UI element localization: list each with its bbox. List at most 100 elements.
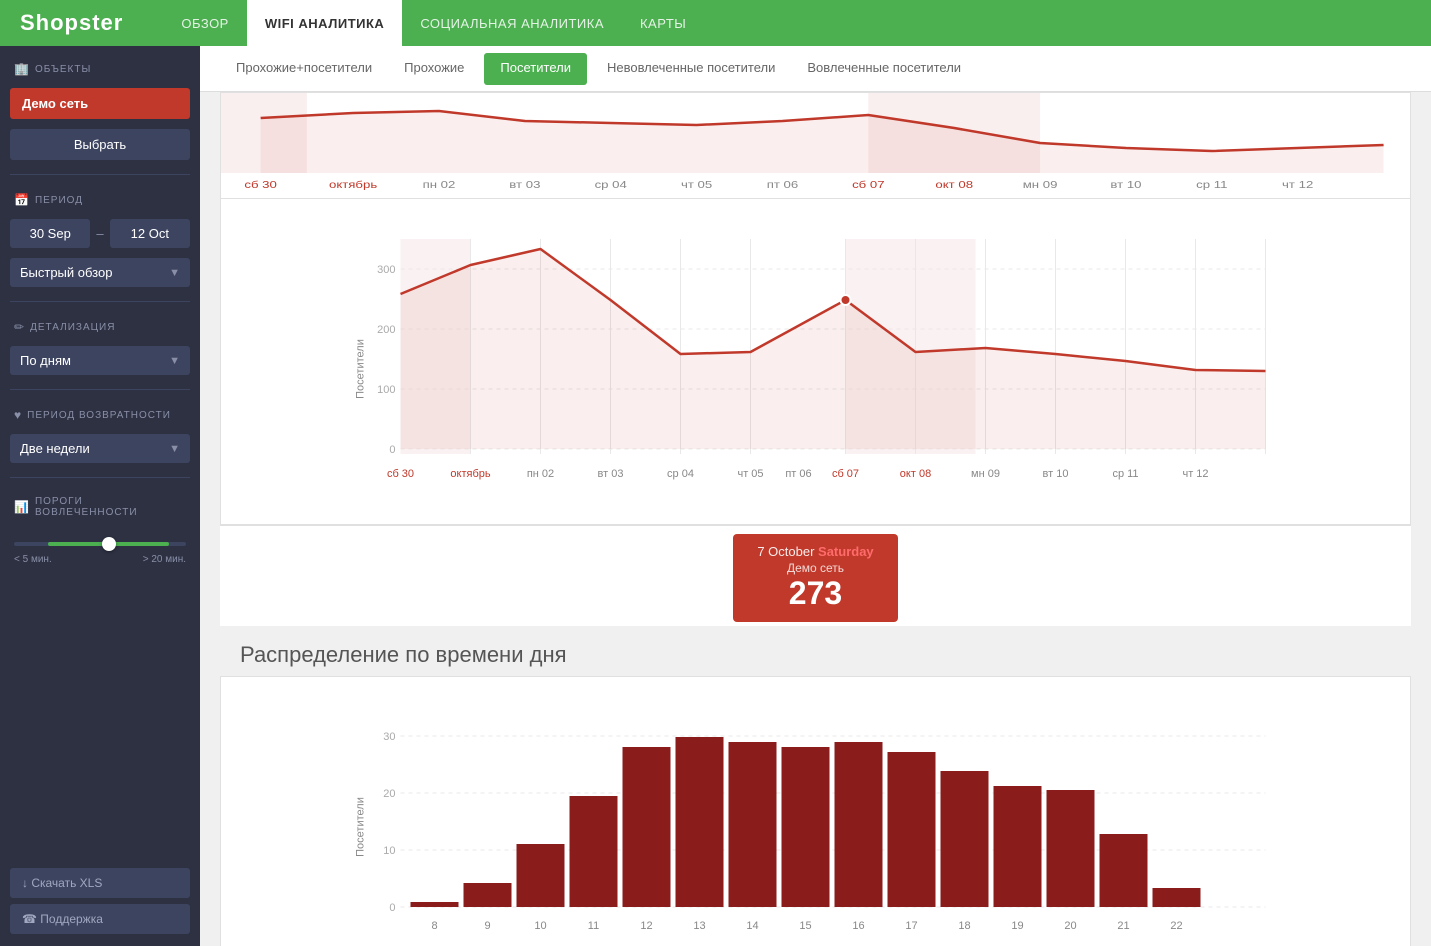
svg-text:пн 02: пн 02 [423,179,456,190]
bar-chart-card: Посетители 0 10 20 30 [220,676,1411,946]
overview-chart-svg: сб 30 октябрь пн 02 вт 03 ср 04 чт 05 пт… [221,93,1410,193]
svg-text:ср 04: ср 04 [595,179,628,190]
tooltip-day: Saturday [818,544,874,559]
svg-text:15: 15 [799,920,811,932]
divider-2 [10,301,190,302]
tooltip-value: 273 [757,575,873,612]
svg-text:20: 20 [1064,920,1076,932]
svg-text:сб 30: сб 30 [387,468,414,480]
nav-maps[interactable]: КАРТЫ [622,0,704,46]
svg-text:пн 02: пн 02 [527,468,554,480]
detail-dropdown[interactable]: По дням ▼ [10,346,190,375]
nav-wifi[interactable]: WIFI АНАЛИТИКА [247,0,402,46]
svg-text:ср 11: ср 11 [1196,179,1227,190]
building-icon: 🏢 [14,62,30,76]
charts-area: сб 30 октябрь пн 02 вт 03 ср 04 чт 05 пт… [200,92,1431,946]
tab-active[interactable]: Вовлеченные посетители [791,46,977,92]
sidebar: 🏢 ОБЪЕКТЫ Демо сеть Выбрать 📅 ПЕРИОД 30 … [0,46,200,946]
svg-text:18: 18 [958,920,970,932]
divider-1 [10,174,190,175]
date-from[interactable]: 30 Sep [10,219,90,248]
top-navigation: Shopster ОБЗОР WIFI АНАЛИТИКА СОЦИАЛЬНАЯ… [0,0,1431,46]
date-dash: – [96,226,103,241]
svg-text:чт 12: чт 12 [1182,468,1208,480]
svg-text:8: 8 [431,920,437,932]
svg-text:вт 03: вт 03 [509,179,540,190]
tabs-bar: Прохожие+посетители Прохожие Посетители … [200,46,1431,92]
quick-view-dropdown[interactable]: Быстрый обзор ▼ [10,258,190,287]
svg-text:0: 0 [389,902,395,914]
sidebar-bottom: ↓ Скачать XLS ☎ Поддержка [10,868,190,934]
chevron-down-icon: ▼ [169,267,180,279]
svg-text:чт 05: чт 05 [737,468,763,480]
svg-text:22: 22 [1170,920,1182,932]
svg-text:октябрь: октябрь [450,468,490,480]
svg-text:мн 09: мн 09 [971,468,1000,480]
svg-text:17: 17 [905,920,917,932]
svg-text:сб 07: сб 07 [852,179,885,190]
svg-text:11: 11 [588,920,599,932]
svg-text:пт 06: пт 06 [785,468,811,480]
nav-obzor[interactable]: ОБЗОР [163,0,247,46]
svg-text:14: 14 [746,920,758,932]
bar-chart-svg: Посетители 0 10 20 30 [221,677,1410,946]
svg-text:пт 06: пт 06 [767,179,799,190]
svg-text:чт 12: чт 12 [1282,179,1313,190]
detail-section-title: ✏ ДЕТАЛИЗАЦИЯ [10,316,190,336]
svg-text:12: 12 [640,920,652,932]
svg-text:10: 10 [383,845,395,857]
slider-thumb[interactable] [102,537,116,551]
svg-text:30: 30 [383,731,395,743]
svg-text:9: 9 [484,920,490,932]
chevron-down-icon-2: ▼ [169,355,180,367]
pencil-icon: ✏ [14,320,25,334]
svg-text:19: 19 [1011,920,1023,932]
svg-text:окт 08: окт 08 [935,179,973,190]
heart-icon: ♥ [14,408,22,422]
date-to[interactable]: 12 Oct [110,219,190,248]
svg-text:16: 16 [852,920,864,932]
svg-text:200: 200 [377,324,395,336]
svg-text:21: 21 [1117,920,1129,932]
tooltip-box: 7 October Saturday Демо сеть 273 [733,534,897,622]
period-section-title: 📅 ПЕРИОД [10,189,190,209]
engage-section-title: 📊 ПОРОГИ ВОВЛЕЧЕННОСТИ [10,492,190,520]
svg-text:Посетители: Посетители [355,797,367,857]
svg-text:чт 05: чт 05 [681,179,713,190]
svg-text:20: 20 [383,788,395,800]
date-range: 30 Sep – 12 Oct [10,219,190,248]
tooltip-date: 7 October Saturday [757,544,873,559]
svg-text:вт 03: вт 03 [598,468,624,480]
tooltip-network: Демо сеть [757,561,873,575]
svg-text:100: 100 [377,384,395,396]
select-button[interactable]: Выбрать [10,129,190,160]
support-button[interactable]: ☎ Поддержка [10,904,190,934]
slider-labels: < 5 мин. > 20 мин. [14,554,186,565]
svg-text:13: 13 [693,920,705,932]
objects-section-title: 🏢 ОБЪЕКТЫ [10,58,190,78]
chevron-down-icon-3: ▼ [169,443,180,455]
active-network[interactable]: Демо сеть [10,88,190,119]
return-dropdown[interactable]: Две недели ▼ [10,434,190,463]
tab-inactive[interactable]: Невовлеченные посетители [591,46,791,92]
tab-all[interactable]: Прохожие+посетители [220,46,388,92]
section-heading: Распределение по времени дня [220,626,1411,676]
svg-text:ср 04: ср 04 [667,468,694,480]
tab-passersby[interactable]: Прохожие [388,46,480,92]
app-logo: Shopster [20,10,123,36]
svg-text:окт 08: окт 08 [900,468,931,480]
download-xls-button[interactable]: ↓ Скачать XLS [10,868,190,898]
svg-text:октябрь: октябрь [329,179,377,190]
svg-text:сб 07: сб 07 [832,468,859,480]
engage-slider: < 5 мин. > 20 мин. [10,530,190,569]
chart-icon: 📊 [14,500,30,514]
main-chart-svg: Посетители 0 100 200 300 [221,209,1410,519]
svg-text:Посетители: Посетители [355,339,367,399]
svg-text:сб 30: сб 30 [244,179,277,190]
tab-visitors[interactable]: Посетители [484,53,587,85]
nav-social[interactable]: СОЦИАЛЬНАЯ АНАЛИТИКА [402,0,622,46]
svg-text:вт 10: вт 10 [1043,468,1069,480]
slider-track[interactable] [14,542,186,546]
overview-line-chart: сб 30 октябрь пн 02 вт 03 ср 04 чт 05 пт… [220,92,1411,199]
divider-4 [10,477,190,478]
